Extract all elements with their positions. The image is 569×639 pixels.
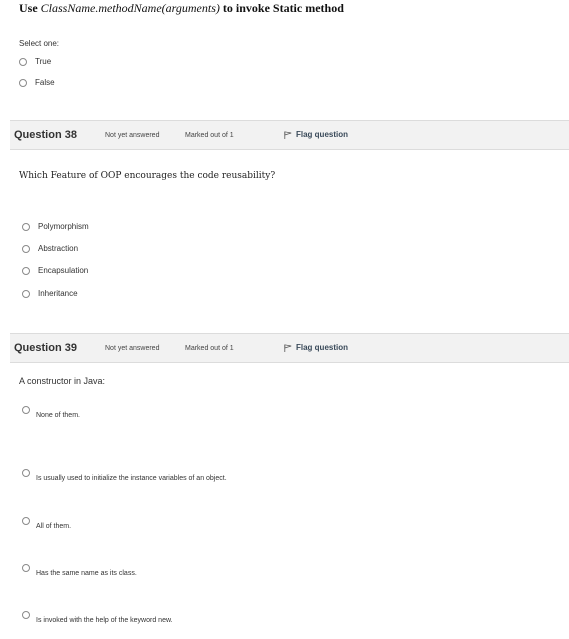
flag-icon[interactable] — [284, 130, 292, 139]
question-39-text: A constructor in Java: — [19, 376, 106, 386]
question-number-value: 38 — [64, 129, 77, 141]
radio-icon[interactable] — [22, 289, 30, 298]
radio-icon[interactable] — [22, 611, 30, 619]
q37-title-code: ClassName.methodName(arguments) — [40, 1, 220, 15]
question-39-header: Question 39 Not yet answered Marked out … — [10, 333, 569, 363]
question-label: Question — [14, 129, 62, 141]
question-state: Not yet answered — [105, 132, 160, 139]
radio-icon[interactable] — [19, 57, 27, 66]
question-grade: Marked out of 1 — [185, 132, 234, 139]
radio-icon[interactable] — [22, 406, 30, 414]
question-number-value: 39 — [64, 342, 77, 354]
q37-option-label: True — [35, 57, 52, 66]
radio-icon[interactable] — [22, 469, 30, 477]
q38-option-polymorphism[interactable]: Polymorphism — [22, 222, 89, 231]
q37-option-true[interactable]: True — [19, 57, 51, 66]
q39-option-label: Has the same name as its class. — [36, 570, 137, 577]
question-grade: Marked out of 1 — [185, 345, 234, 352]
question-38-header: Question 38 Not yet answered Marked out … — [10, 120, 569, 150]
q38-option-inheritance[interactable]: Inheritance — [22, 289, 78, 298]
flag-question-label: Flag question — [296, 130, 348, 139]
radio-icon[interactable] — [22, 222, 30, 231]
q37-title-suffix: to invoke Static method — [219, 1, 344, 15]
q38-option-abstraction[interactable]: Abstraction — [22, 244, 78, 253]
radio-icon[interactable] — [22, 517, 30, 525]
q37-title-prefix: Use — [19, 1, 41, 15]
q39-option-label: Is invoked with the help of the keyword … — [36, 617, 173, 624]
q39-option-label: None of them. — [36, 412, 80, 419]
q38-option-label: Encapsulation — [38, 266, 89, 275]
flag-question-label: Flag question — [296, 343, 348, 352]
question-number: Question 39 — [14, 342, 77, 354]
question-state: Not yet answered — [105, 345, 160, 352]
q38-option-label: Inheritance — [38, 289, 78, 298]
flag-icon[interactable] — [284, 343, 292, 352]
select-one-label: Select one: — [19, 39, 60, 48]
radio-icon[interactable] — [22, 266, 30, 275]
q37-option-label: False — [35, 78, 55, 87]
q37-option-false[interactable]: False — [19, 78, 55, 87]
q39-option-label: All of them. — [36, 523, 72, 530]
q38-option-encapsulation[interactable]: Encapsulation — [22, 266, 88, 275]
flag-question-button[interactable]: Flag question — [284, 343, 348, 352]
question-label: Question — [14, 342, 62, 354]
q39-option-label: Is usually used to initialize the instan… — [36, 475, 227, 482]
radio-icon[interactable] — [19, 78, 27, 87]
question-38-text: Which Feature of OOP encourages the code… — [19, 171, 276, 181]
question-37-text: Use ClassName.methodName(arguments) to i… — [19, 1, 344, 16]
radio-icon[interactable] — [22, 244, 30, 253]
radio-icon[interactable] — [22, 564, 30, 572]
q38-option-label: Abstraction — [38, 244, 79, 253]
q38-option-label: Polymorphism — [38, 222, 89, 231]
question-number: Question 38 — [14, 129, 77, 141]
flag-question-button[interactable]: Flag question — [284, 130, 348, 139]
